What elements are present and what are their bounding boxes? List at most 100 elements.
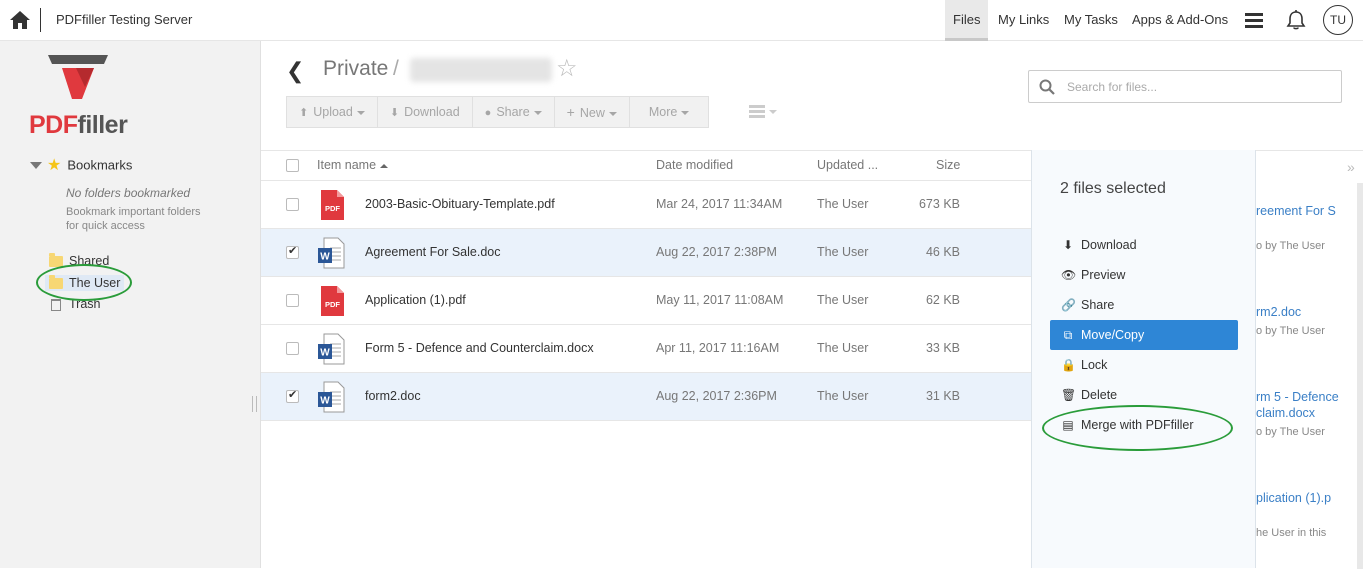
column-header-date[interactable]: Date modified [656, 158, 733, 172]
nav-tab-files[interactable]: Files [945, 0, 989, 41]
activity-item-link[interactable]: claim.docx [1256, 405, 1315, 421]
home-icon[interactable] [9, 10, 31, 30]
action-label: Move/Copy [1081, 328, 1145, 342]
selection-action-panel: 2 files selected ⬇ Download 👁 Preview 🔗 Share… [1031, 150, 1256, 568]
updated-by: The User [817, 389, 869, 403]
double-chevron-right-icon[interactable]: » [1347, 159, 1355, 175]
action-label: Merge with PDFfiller [1081, 418, 1194, 432]
share-button[interactable]: ● Share [471, 96, 555, 128]
column-header-size[interactable]: Size [936, 158, 960, 172]
date-modified: Aug 22, 2017 2:38PM [656, 245, 777, 259]
table-header: Item name Date modified Updated ... Size [261, 150, 1032, 181]
bookmarks-toggle[interactable]: ★ Bookmarks [30, 155, 133, 174]
avatar[interactable]: TU [1323, 5, 1353, 35]
file-name[interactable]: form2.doc [365, 389, 421, 403]
action-label: Lock [1081, 358, 1108, 372]
lock-icon: 🔒 [1061, 358, 1076, 372]
table-row[interactable]: W Agreement For Sale.doc Aug 22, 2017 2:38… [261, 229, 1032, 277]
eye-icon: 👁 [1061, 268, 1077, 282]
selection-count-title: 2 files selected [1060, 180, 1166, 197]
date-modified: Aug 22, 2017 2:36PM [656, 389, 777, 403]
activity-item-meta: o by The User [1256, 240, 1325, 252]
action-merge-with-pdffiller[interactable]: ▤ Merge with PDFfiller [1050, 410, 1238, 440]
action-move-copy[interactable]: ⧉ Move/Copy [1050, 320, 1238, 350]
server-title: PDFfiller Testing Server [56, 12, 193, 27]
file-size: 673 KB [918, 197, 960, 211]
menu-icon[interactable] [1245, 13, 1263, 28]
file-name[interactable]: Agreement For Sale.doc [365, 245, 501, 259]
pdf-file-icon: PDF [321, 286, 344, 316]
action-download[interactable]: ⬇ Download [1050, 230, 1238, 260]
row-checkbox[interactable] [286, 294, 299, 307]
sidebar: PDFfiller ★ Bookmarks No folders bookmark… [0, 41, 261, 568]
sidebar-item-shared[interactable]: Shared [49, 253, 109, 270]
word-file-icon: W [318, 237, 345, 269]
action-label: Delete [1081, 388, 1118, 402]
scrollbar[interactable] [1357, 183, 1363, 569]
breadcrumb-private[interactable]: Private [323, 57, 388, 81]
table-row[interactable]: W Form 5 - Defence and Counterclaim.docx A… [261, 325, 1032, 373]
file-name[interactable]: Application (1).pdf [365, 293, 466, 307]
sidebar-resize-handle[interactable] [252, 396, 257, 412]
back-chevron-icon[interactable]: ❮ [286, 58, 304, 84]
svg-text:PDF: PDF [325, 300, 340, 309]
activity-item-meta: he User in this [1256, 527, 1327, 539]
svg-text:PDF: PDF [325, 204, 340, 213]
upload-button[interactable]: ⬆ Upload [286, 96, 378, 128]
activity-item-link[interactable]: rm2.doc [1256, 304, 1301, 320]
download-icon: ⬇ [389, 107, 400, 119]
caret-down-icon [356, 110, 365, 115]
sidebar-item-trash[interactable]: Trash [49, 297, 101, 313]
action-share[interactable]: 🔗 Share [1050, 290, 1238, 320]
topbar-divider [40, 8, 41, 32]
action-preview[interactable]: 👁 Preview [1050, 260, 1238, 290]
download-button[interactable]: ⬇ Download [376, 96, 473, 128]
caret-down-icon [30, 161, 42, 169]
select-all-checkbox[interactable] [286, 159, 299, 172]
download-icon: ⬇ [1062, 238, 1074, 252]
merge-icon: ▤ [1062, 418, 1074, 432]
updated-by: The User [817, 197, 869, 211]
action-lock[interactable]: 🔒 Lock [1050, 350, 1238, 380]
sidebar-item-the-user[interactable]: The User [45, 275, 125, 291]
column-header-name[interactable]: Item name [317, 158, 389, 172]
activity-item-link[interactable]: rm 5 - Defence [1256, 389, 1339, 405]
file-size: 46 KB [925, 245, 960, 259]
row-checkbox[interactable] [286, 342, 299, 355]
file-size: 33 KB [925, 341, 960, 355]
row-checkbox[interactable] [286, 198, 299, 211]
activity-item-link[interactable]: reement For S [1256, 203, 1336, 219]
row-checkbox[interactable] [286, 388, 299, 403]
file-size: 62 KB [925, 293, 960, 307]
breadcrumb-current-folder [410, 58, 552, 82]
folder-icon [49, 275, 63, 290]
file-name[interactable]: 2003-Basic-Obituary-Template.pdf [365, 197, 555, 211]
bookmark-star-icon[interactable]: ☆ [556, 54, 578, 83]
new-button[interactable]: + New [553, 96, 630, 128]
updated-by: The User [817, 341, 869, 355]
file-toolbar: ⬆ Upload ⬇ Download ● Share + New More [286, 96, 710, 128]
updated-by: The User [817, 245, 869, 259]
more-button[interactable]: More [628, 96, 710, 128]
breadcrumb-separator: / [393, 57, 399, 80]
copy-icon: ⧉ [1063, 328, 1073, 342]
nav-tab-my-tasks[interactable]: My Tasks [1056, 0, 1126, 41]
row-checkbox[interactable] [286, 244, 299, 259]
bookmarks-label: Bookmarks [67, 157, 133, 173]
file-name[interactable]: Form 5 - Defence and Counterclaim.docx [365, 341, 594, 355]
activity-item-link[interactable]: plication (1).p [1256, 490, 1331, 506]
action-delete[interactable]: 🗑 Delete [1050, 380, 1238, 410]
table-row[interactable]: PDF 2003-Basic-Obituary-Template.pdf Mar 2… [261, 181, 1032, 229]
column-header-updated[interactable]: Updated ... [817, 158, 878, 172]
date-modified: Mar 24, 2017 11:34AM [656, 197, 783, 211]
table-row[interactable]: Wform2.doc Aug 22, 2017 2:36PM The User 31 … [261, 373, 1032, 421]
date-modified: Apr 11, 2017 11:16AM [656, 341, 780, 355]
view-toggle-list-icon[interactable] [749, 104, 779, 120]
activity-panel: » reement For S o by The User rm2.doc o … [1256, 150, 1363, 569]
search-input[interactable] [1067, 77, 1327, 97]
bell-icon[interactable] [1285, 9, 1307, 31]
nav-tab-apps-addons[interactable]: Apps & Add-Ons [1124, 0, 1236, 41]
svg-text:W: W [320, 396, 330, 407]
nav-tab-my-links[interactable]: My Links [990, 0, 1057, 41]
table-row[interactable]: PDF Application (1).pdf May 11, 2017 11:08… [261, 277, 1032, 325]
